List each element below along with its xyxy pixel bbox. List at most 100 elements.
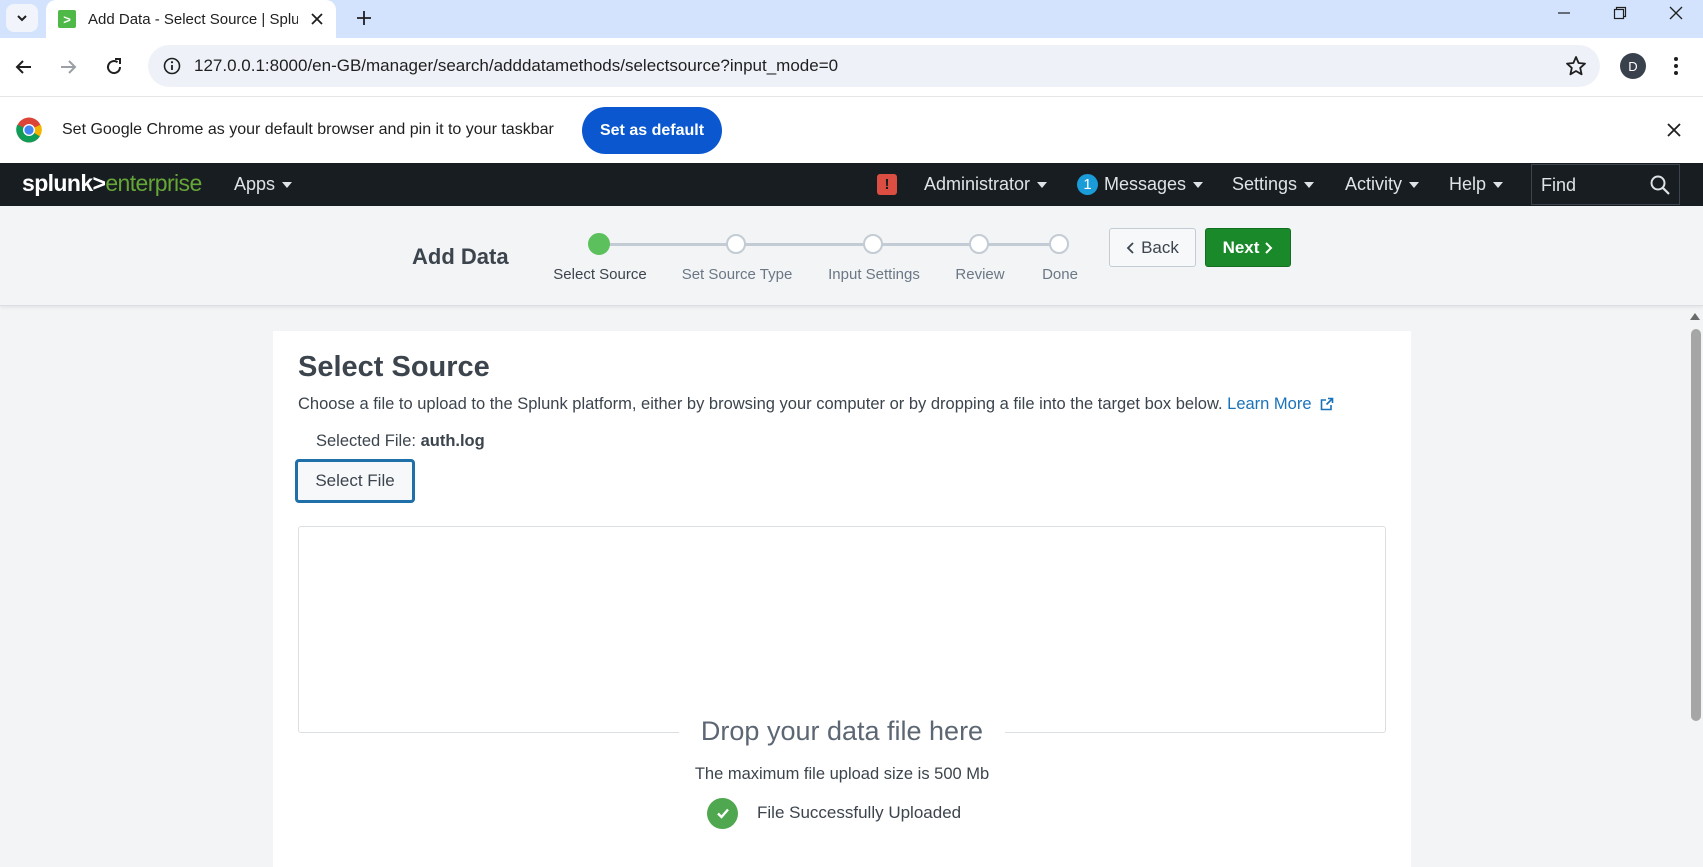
tab-title: Add Data - Select Source | Splunk	[88, 10, 298, 28]
back-button[interactable]: Back	[1109, 228, 1196, 267]
step-dot-set-source-type	[726, 234, 746, 254]
arrow-right-icon	[61, 60, 77, 74]
page-title: Add Data	[412, 244, 509, 269]
section-title: Select Source	[298, 351, 490, 383]
profile-avatar[interactable]: D	[1620, 53, 1646, 79]
arrow-left-icon	[15, 60, 31, 74]
description-text: Choose a file to upload to the Splunk pl…	[298, 395, 1223, 413]
caret-down-icon	[1304, 181, 1315, 188]
help-menu[interactable]: Help	[1449, 163, 1504, 206]
select-file-button[interactable]: Select File	[295, 459, 415, 503]
step-dot-done	[1049, 234, 1069, 254]
bookmark-star-icon[interactable]	[1564, 54, 1588, 78]
drop-zone-title: Drop your data file here	[273, 716, 1411, 747]
health-alert-icon[interactable]: !	[877, 174, 897, 195]
step-label-input-settings: Input Settings	[828, 266, 920, 283]
chevron-right-icon	[1265, 241, 1273, 254]
splunk-enterprise-logo[interactable]: splunk>enterprise	[22, 170, 202, 197]
minimize-icon	[1558, 12, 1570, 14]
chevron-down-icon	[17, 15, 27, 22]
brand-splunk: splunk>	[22, 170, 106, 196]
caret-down-icon	[1037, 181, 1048, 188]
brand-enterprise: enterprise	[105, 170, 202, 196]
infobar-message: Set Google Chrome as your default browse…	[62, 121, 554, 138]
tab-close-icon[interactable]	[308, 10, 326, 28]
step-label-set-source-type: Set Source Type	[681, 266, 793, 283]
restore-button[interactable]	[1594, 0, 1646, 26]
messages-count-badge: 1	[1077, 174, 1098, 195]
selected-file-label: Selected File:	[316, 432, 416, 450]
caret-down-icon	[1493, 181, 1504, 188]
back-nav-button[interactable]	[8, 51, 40, 83]
apps-menu[interactable]: Apps	[234, 163, 293, 206]
chrome-menu-button[interactable]	[1664, 52, 1688, 80]
default-browser-infobar: Set Google Chrome as your default browse…	[0, 96, 1703, 163]
scroll-up-arrow-icon[interactable]	[1690, 313, 1700, 320]
next-button[interactable]: Next	[1205, 228, 1291, 267]
close-icon[interactable]	[1663, 119, 1685, 141]
file-drop-zone[interactable]	[298, 526, 1386, 733]
caret-down-icon	[1409, 181, 1420, 188]
step-connector	[736, 243, 873, 246]
plus-icon	[357, 11, 371, 25]
step-connector	[873, 243, 979, 246]
new-tab-button[interactable]	[350, 4, 378, 32]
settings-menu[interactable]: Settings	[1232, 163, 1315, 206]
max-upload-size-text: The maximum file upload size is 500 Mb	[694, 765, 990, 783]
administrator-menu[interactable]: Administrator	[924, 163, 1048, 206]
drop-zone-title-text: Drop your data file here	[678, 716, 1006, 746]
info-icon	[163, 57, 181, 75]
administrator-menu-label: Administrator	[924, 174, 1031, 194]
page-scrollbar[interactable]	[1688, 311, 1703, 867]
close-window-button[interactable]	[1650, 0, 1702, 26]
section-description: Choose a file to upload to the Splunk pl…	[298, 395, 1334, 414]
select-source-panel: Select Source Choose a file to upload to…	[273, 331, 1411, 867]
browser-tab-active[interactable]: > Add Data - Select Source | Splunk	[46, 0, 336, 38]
address-bar[interactable]: 127.0.0.1:8000/en-GB/manager/search/addd…	[148, 45, 1600, 87]
reload-button[interactable]	[98, 51, 130, 83]
help-menu-label: Help	[1449, 174, 1487, 194]
reload-icon	[107, 58, 122, 75]
next-button-label: Next	[1222, 237, 1260, 257]
add-data-wizard-header: Add Data Select Source Set Source Type I…	[0, 206, 1703, 306]
learn-more-label: Learn More	[1227, 395, 1312, 413]
browser-tab-strip: > Add Data - Select Source | Splunk	[0, 0, 1703, 38]
learn-more-link[interactable]: Learn More	[1227, 395, 1333, 413]
upload-status-text: File Successfully Uploaded	[757, 803, 962, 822]
browser-toolbar: 127.0.0.1:8000/en-GB/manager/search/addd…	[0, 38, 1703, 96]
activity-menu[interactable]: Activity	[1345, 163, 1420, 206]
apps-menu-label: Apps	[234, 174, 276, 194]
tab-search-button[interactable]	[6, 4, 38, 32]
search-icon[interactable]	[1649, 174, 1671, 196]
minimize-button[interactable]	[1538, 0, 1590, 26]
step-label-review: Review	[955, 266, 1005, 283]
forward-nav-button[interactable]	[52, 51, 84, 83]
chevron-left-icon	[1126, 241, 1134, 254]
messages-menu-label: Messages	[1104, 174, 1187, 194]
close-icon	[1669, 6, 1683, 20]
back-button-label: Back	[1141, 237, 1179, 257]
url-text[interactable]: 127.0.0.1:8000/en-GB/manager/search/addd…	[194, 56, 838, 76]
more-vertical-icon	[1674, 57, 1678, 75]
messages-menu[interactable]: 1 Messages	[1077, 163, 1204, 206]
step-dot-input-settings	[863, 234, 883, 254]
find-search-input[interactable]: Find	[1531, 164, 1680, 205]
caret-down-icon	[282, 181, 293, 188]
scrollbar-thumb[interactable]	[1691, 329, 1701, 721]
step-label-done: Done	[1042, 266, 1078, 283]
step-label-select-source: Select Source	[553, 266, 647, 283]
step-connector	[979, 243, 1059, 246]
set-as-default-button[interactable]: Set as default	[582, 107, 722, 154]
splunk-app-bar: splunk>enterprise Apps ! Administrator 1…	[0, 163, 1703, 206]
selected-file-info: Selected File: auth.log	[316, 432, 485, 451]
selected-file-name: auth.log	[420, 432, 485, 450]
upload-status: File Successfully Uploaded	[707, 797, 961, 829]
caret-down-icon	[1193, 181, 1204, 188]
chrome-logo-icon	[16, 117, 42, 143]
step-dot-review	[969, 234, 989, 254]
step-connector	[599, 243, 736, 246]
restore-icon	[1613, 6, 1627, 20]
site-info-button[interactable]	[156, 50, 188, 82]
check-circle-icon	[707, 797, 738, 829]
external-link-icon	[1320, 397, 1333, 411]
